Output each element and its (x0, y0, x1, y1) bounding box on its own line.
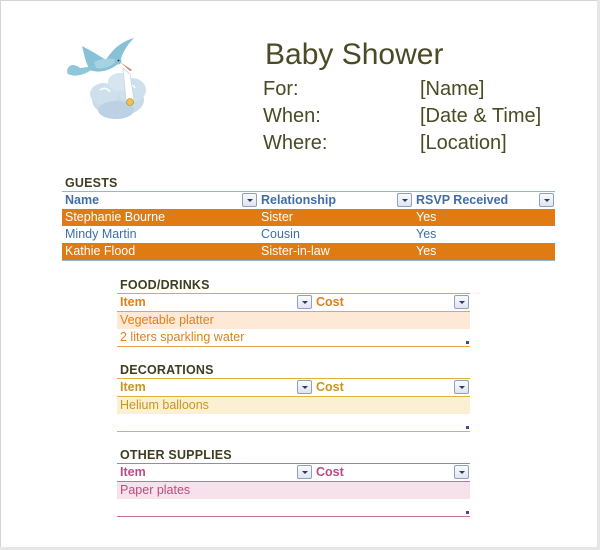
decorations-header-row: Item Cost (117, 379, 470, 397)
cost-cell[interactable] (313, 482, 470, 499)
for-value[interactable]: [Name] (420, 78, 484, 101)
column-header-item[interactable]: Item (117, 379, 313, 396)
filter-dropdown-icon[interactable] (454, 295, 469, 309)
filter-dropdown-icon[interactable] (454, 465, 469, 479)
where-label: Where: (263, 132, 328, 154)
other-supplies-header-row: Item Cost (117, 464, 470, 482)
item-cell[interactable]: Helium balloons (117, 397, 313, 414)
cost-cell[interactable] (313, 414, 470, 431)
guests-section-title: GUESTS (65, 176, 118, 190)
when-label: When: (263, 105, 321, 127)
table-row (117, 414, 470, 431)
guest-name-cell[interactable]: Mindy Martin (62, 226, 258, 243)
table-row: Helium balloons (117, 397, 470, 414)
food-section-title: FOOD/DRINKS (120, 278, 210, 292)
item-cell[interactable]: Paper plates (117, 482, 313, 499)
table-row (117, 499, 470, 516)
when-value[interactable]: [Date & Time] (420, 105, 541, 128)
column-header-relationship[interactable]: Relationship (258, 192, 413, 209)
table-row: Kathie Flood Sister-in-law Yes (62, 243, 555, 260)
stork-icon (67, 38, 146, 119)
column-header-label: RSVP Received (416, 193, 509, 207)
column-header-rsvp[interactable]: RSVP Received (413, 192, 555, 209)
table-row: Stephanie Bourne Sister Yes (62, 209, 555, 226)
decorations-section-title: DECORATIONS (120, 363, 214, 377)
table-resize-handle-icon[interactable] (466, 426, 469, 429)
guests-table: Name Relationship RSVP Received Stephani… (62, 191, 555, 261)
guest-name-cell[interactable]: Kathie Flood (62, 243, 258, 260)
table-row: Paper plates (117, 482, 470, 499)
column-header-label: Item (120, 380, 146, 394)
where-value[interactable]: [Location] (420, 132, 507, 155)
column-header-item[interactable]: Item (117, 294, 313, 311)
column-header-label: Cost (316, 295, 344, 309)
guest-relationship-cell[interactable]: Sister (258, 209, 413, 226)
column-header-item[interactable]: Item (117, 464, 313, 481)
page-title: Baby Shower (265, 38, 444, 71)
column-header-label: Cost (316, 465, 344, 479)
filter-dropdown-icon[interactable] (242, 193, 257, 207)
guest-rsvp-cell[interactable]: Yes (413, 243, 555, 260)
for-label: For: (263, 78, 299, 100)
other-supplies-section-title: OTHER SUPPLIES (120, 448, 232, 462)
food-header-row: Item Cost (117, 294, 470, 312)
decorations-table: Item Cost Helium balloons (117, 378, 470, 432)
guest-rsvp-cell[interactable]: Yes (413, 209, 555, 226)
table-resize-handle-icon[interactable] (466, 511, 469, 514)
guest-relationship-cell[interactable]: Sister-in-law (258, 243, 413, 260)
table-row: 2 liters sparkling water (117, 329, 470, 346)
filter-dropdown-icon[interactable] (297, 295, 312, 309)
column-header-label: Relationship (261, 193, 337, 207)
item-cell[interactable]: Vegetable platter (117, 312, 313, 329)
table-row: Vegetable platter (117, 312, 470, 329)
filter-dropdown-icon[interactable] (539, 193, 554, 207)
filter-dropdown-icon[interactable] (397, 193, 412, 207)
other-supplies-table: Item Cost Paper plates (117, 463, 470, 517)
item-cell[interactable] (117, 499, 313, 516)
cloud-bundle (90, 73, 146, 119)
column-header-cost[interactable]: Cost (313, 464, 470, 481)
column-header-cost[interactable]: Cost (313, 294, 470, 311)
item-cell[interactable] (117, 414, 313, 431)
cost-cell[interactable] (313, 499, 470, 516)
column-header-label: Cost (316, 380, 344, 394)
column-header-name[interactable]: Name (62, 192, 258, 209)
food-table: Item Cost Vegetable platter 2 liters spa… (117, 293, 470, 347)
cost-cell[interactable] (313, 312, 470, 329)
column-header-label: Item (120, 295, 146, 309)
cost-cell[interactable] (313, 329, 470, 346)
filter-dropdown-icon[interactable] (454, 380, 469, 394)
column-header-cost[interactable]: Cost (313, 379, 470, 396)
guest-name-cell[interactable]: Stephanie Bourne (62, 209, 258, 226)
column-header-label: Name (65, 193, 100, 207)
guest-rsvp-cell[interactable]: Yes (413, 226, 555, 243)
table-row: Mindy Martin Cousin Yes (62, 226, 555, 243)
column-header-label: Item (120, 465, 146, 479)
cost-cell[interactable] (313, 397, 470, 414)
guest-relationship-cell[interactable]: Cousin (258, 226, 413, 243)
guests-header-row: Name Relationship RSVP Received (62, 192, 555, 209)
filter-dropdown-icon[interactable] (297, 380, 312, 394)
item-cell[interactable]: 2 liters sparkling water (117, 329, 313, 346)
table-resize-handle-icon[interactable] (466, 341, 469, 344)
filter-dropdown-icon[interactable] (297, 465, 312, 479)
